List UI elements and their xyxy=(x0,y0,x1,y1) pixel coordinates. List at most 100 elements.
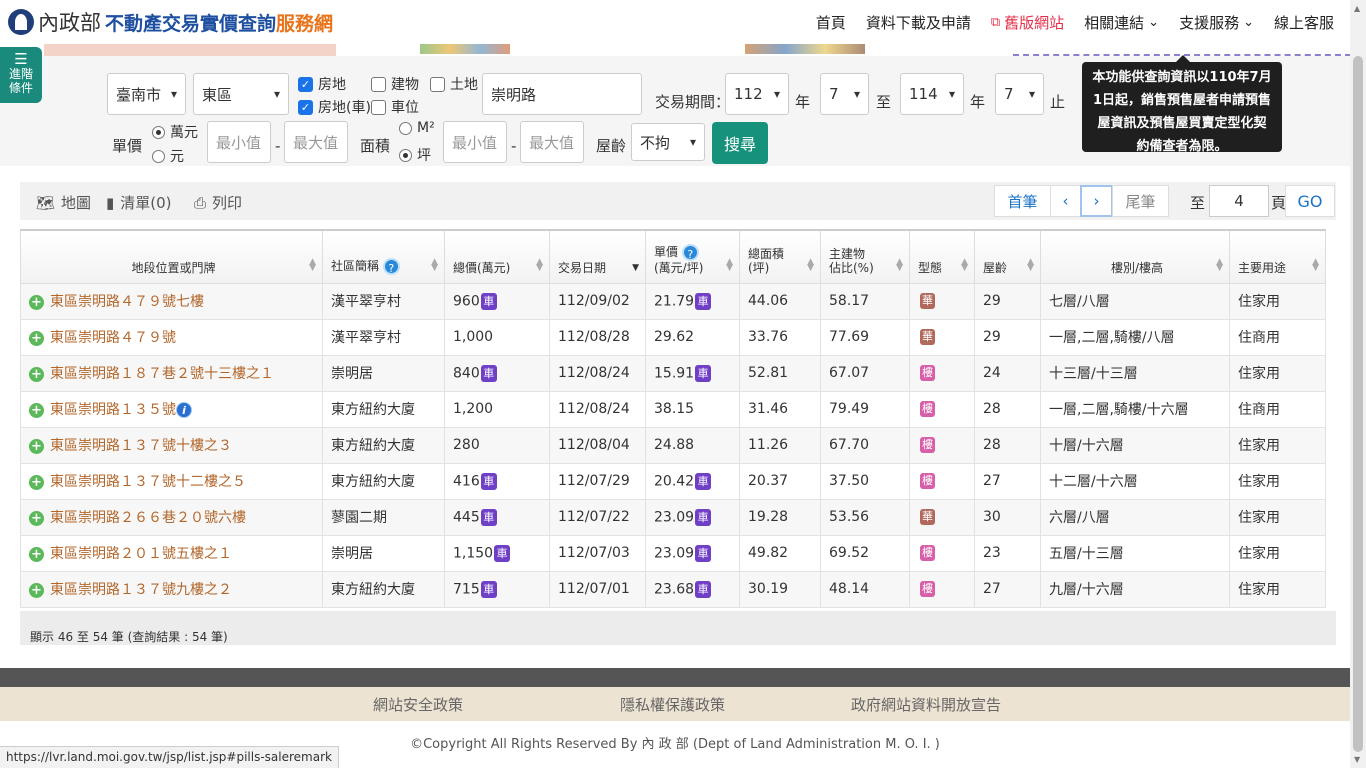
page-number-input[interactable]: 4 xyxy=(1209,185,1269,217)
expand-plus-icon[interactable]: + xyxy=(29,402,44,418)
page-scrollbar[interactable]: ▲ ▼ xyxy=(1350,0,1366,768)
col-usage[interactable]: 主要用途 ▲ ▼ xyxy=(1229,229,1326,284)
footer-open-data-link[interactable]: 政府網站資料開放宣告 xyxy=(851,694,1001,715)
road-input[interactable]: 崇明路 xyxy=(482,73,642,115)
building-type-badge: 樓 xyxy=(920,437,935,453)
area-max-input[interactable]: 最大值 xyxy=(520,121,584,163)
footer-security-policy-link[interactable]: 網站安全政策 xyxy=(373,694,463,715)
total-price-value: 1,150 xyxy=(453,545,494,561)
sort-icon: ▲ ▼ xyxy=(431,256,438,273)
search-button[interactable]: 搜尋 xyxy=(712,122,768,164)
unit-yuan-radio[interactable]: 元 xyxy=(152,146,184,166)
total-price-value: 1,200 xyxy=(453,401,494,417)
unit-wan-radio[interactable]: 萬元 xyxy=(152,122,198,142)
address-link[interactable]: 東區崇明路１３７號十二樓之５ xyxy=(50,474,246,490)
type-land-building-parking-checkbox[interactable]: ✓ 房地(車) xyxy=(298,97,371,117)
last-page-button[interactable]: 尾筆 xyxy=(1112,185,1169,217)
col-floor[interactable]: 樓別/樓高 ▲ ▼ xyxy=(1040,229,1230,284)
expand-plus-icon[interactable]: + xyxy=(29,438,44,454)
sort-desc-icon: ▼ xyxy=(632,262,639,273)
scroll-down-arrow-icon[interactable]: ▼ xyxy=(1354,755,1360,764)
address-link[interactable]: 東區崇明路１３７號九樓之２ xyxy=(50,582,232,598)
list-button[interactable]: ▮ 清單(0) xyxy=(106,192,172,213)
district-select[interactable]: 東區 xyxy=(193,73,289,115)
next-page-button[interactable]: › xyxy=(1080,185,1113,217)
col-address[interactable]: 地段位置或門牌 ▲ ▼ xyxy=(20,229,323,284)
col-total-price[interactable]: 總價(萬元) ▲ ▼ xyxy=(444,229,550,284)
city-select[interactable]: 臺南市 xyxy=(107,73,186,115)
address-link[interactable]: 東區崇明路２６６巷２０號六樓 xyxy=(50,510,246,526)
unit-price-max-input[interactable]: 最大值 xyxy=(284,121,348,163)
nav-related-links[interactable]: 相關連結 ⌄ xyxy=(1084,12,1159,33)
col-main-ratio[interactable]: 主建物 佔比(%) ▲ ▼ xyxy=(820,229,910,284)
expand-plus-icon[interactable]: + xyxy=(29,294,44,310)
go-button[interactable]: GO xyxy=(1285,185,1335,217)
address-link[interactable]: 東區崇明路１３７號十樓之３ xyxy=(50,438,232,454)
footer-privacy-policy-link[interactable]: 隱私權保護政策 xyxy=(620,694,725,715)
expand-plus-icon[interactable]: + xyxy=(29,510,44,526)
address-link[interactable]: 東區崇明路４７９號七樓 xyxy=(50,294,204,310)
cell-unit-price: 38.15 xyxy=(645,390,740,428)
scrollbar-thumb[interactable] xyxy=(1353,56,1363,752)
main-nav: 首頁 資料下載及申請 ⧉ 舊版網站 相關連結 ⌄ 支援服務 ⌄ 線上客服 xyxy=(816,0,1334,44)
nav-old-site[interactable]: ⧉ 舊版網站 xyxy=(991,12,1064,33)
site-logo[interactable]: 內政部 不動產交易實價查詢 服務網 xyxy=(8,7,333,37)
first-page-button[interactable]: 首筆 xyxy=(994,185,1051,217)
col-date[interactable]: 交易日期 ▼ xyxy=(549,229,646,284)
map-button[interactable]: 🗺︎ 地圖 xyxy=(36,192,91,213)
cell-age: 30 xyxy=(974,498,1041,536)
table-row: + 東區崇明路１３７號十二樓之５ 東方紐約大廈 416 車 112/07/29 20.42 車… xyxy=(20,462,1326,500)
col-unit-price[interactable]: 單價 ? (萬元/坪) ▲ ▼ xyxy=(645,229,740,284)
area-ping-label: 坪 xyxy=(417,148,431,164)
transaction-date: 112/08/24 xyxy=(558,401,630,417)
cell-main-ratio: 53.56 xyxy=(820,498,910,536)
address-link[interactable]: 東區崇明路１８７巷２號十三樓之１ xyxy=(50,366,274,382)
col-area[interactable]: 總面積 (坪) ▲ ▼ xyxy=(739,229,821,284)
expand-plus-icon[interactable]: + xyxy=(29,474,44,490)
building-type-badge: 樓 xyxy=(920,365,935,381)
from-year-select[interactable]: 112 xyxy=(725,73,789,115)
area-min-input[interactable]: 最小值 xyxy=(443,121,507,163)
logo-title-accent: 服務網 xyxy=(276,12,334,35)
type-land-checkbox[interactable]: 土地 xyxy=(430,74,478,94)
col-community[interactable]: 社區簡稱 ? ▲ ▼ xyxy=(322,229,445,284)
cell-usage: 住家用 xyxy=(1229,534,1326,572)
community-name: 蓼園二期 xyxy=(331,510,387,526)
expand-plus-icon[interactable]: + xyxy=(29,366,44,382)
address-link[interactable]: 東區崇明路２０１號五樓之１ xyxy=(50,546,232,562)
advanced-conditions-button[interactable]: ☰ 進階 條件 xyxy=(0,47,42,103)
expand-plus-icon[interactable]: + xyxy=(29,582,44,598)
age-select[interactable]: 不拘 xyxy=(631,123,705,161)
page-unit-label: 頁 xyxy=(1271,194,1287,212)
to-month-select[interactable]: 7 xyxy=(995,73,1044,115)
nav-download[interactable]: 資料下載及申請 xyxy=(866,12,971,33)
address-link[interactable]: 東區崇明路４７９號 xyxy=(50,330,176,346)
expand-plus-icon[interactable]: + xyxy=(29,546,44,562)
nav-home[interactable]: 首頁 xyxy=(816,12,846,33)
type-building-checkbox[interactable]: 建物 xyxy=(371,74,419,94)
nav-online-service[interactable]: 線上客服 xyxy=(1274,12,1334,33)
type-parking-checkbox[interactable]: 車位 xyxy=(371,97,419,117)
expand-plus-icon[interactable]: + xyxy=(29,330,44,346)
address-link[interactable]: 東區崇明路１３５號 xyxy=(50,402,176,418)
col-age[interactable]: 屋齡 ▲ ▼ xyxy=(974,229,1041,284)
unit-price-value: 15.91 xyxy=(654,365,695,381)
nav-support[interactable]: 支援服務 ⌄ xyxy=(1179,12,1254,33)
col-type[interactable]: 型態 ▲ ▼ xyxy=(909,229,975,284)
from-month-select[interactable]: 7 xyxy=(820,73,869,115)
prev-page-button[interactable]: ‹ xyxy=(1050,185,1081,217)
to-year-select[interactable]: 114 xyxy=(900,73,964,115)
area-m2-radio[interactable]: M² xyxy=(399,120,435,136)
cell-date: 112/08/24 xyxy=(549,354,646,392)
info-icon[interactable]: i xyxy=(176,402,192,418)
floor-info: 十層/十六層 xyxy=(1049,438,1124,454)
scroll-up-arrow-icon[interactable]: ▲ xyxy=(1354,4,1360,13)
cell-floor: 十二層/十六層 xyxy=(1040,462,1230,500)
unit-price-min-input[interactable]: 最小值 xyxy=(207,121,271,163)
type-land-building-checkbox[interactable]: ✓ 房地 xyxy=(298,74,346,94)
area-ping-radio[interactable]: 坪 xyxy=(399,145,431,165)
parking-badge: 車 xyxy=(480,292,497,310)
help-icon[interactable]: ? xyxy=(382,257,400,275)
help-icon[interactable]: ? xyxy=(681,243,699,261)
print-button[interactable]: ⎙ 列印 xyxy=(194,192,242,213)
